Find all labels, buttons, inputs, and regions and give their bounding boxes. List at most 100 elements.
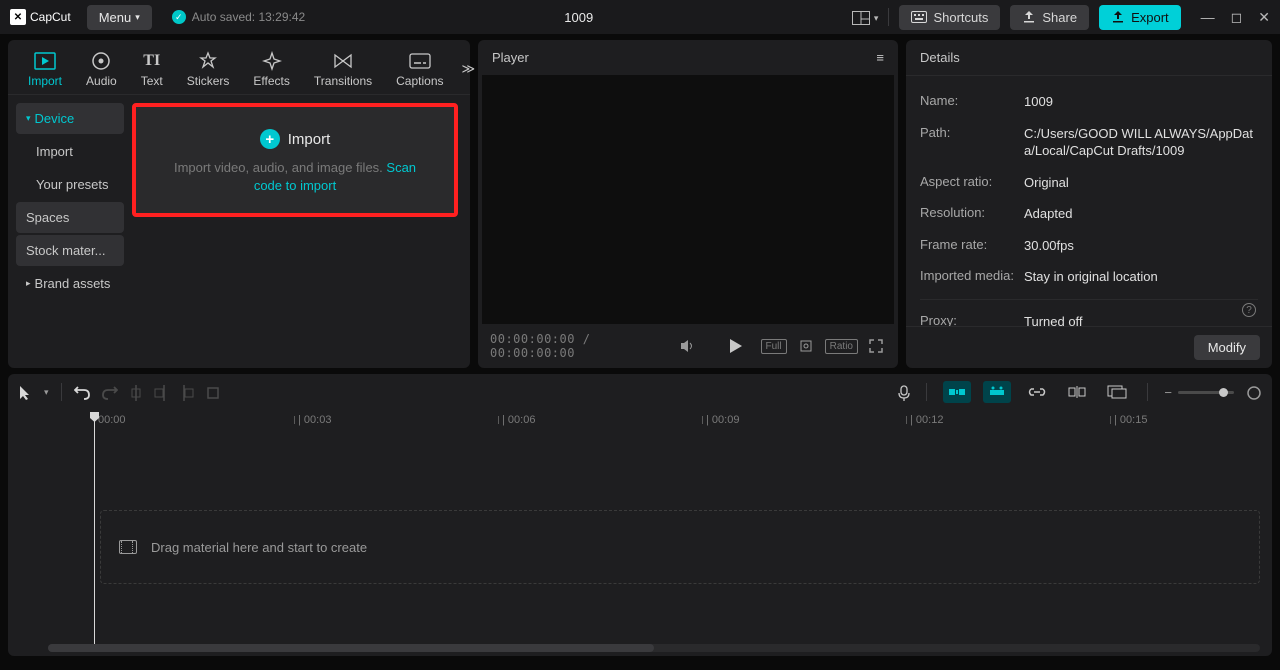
zoom-slider[interactable]: − — [1164, 385, 1234, 400]
ruler-tick: | 00:03 — [298, 414, 331, 426]
preview-cut-icon[interactable] — [1063, 381, 1091, 403]
media-content: + Import Import video, audio, and image … — [132, 95, 470, 368]
plus-icon: + — [260, 129, 280, 149]
sidebar-item-spaces[interactable]: Spaces — [16, 202, 124, 233]
timeline-drop-track[interactable]: Drag material here and start to create — [100, 510, 1260, 584]
tab-import-label: Import — [28, 74, 62, 88]
media-sidebar: ▾Device Import Your presets Spaces Stock… — [8, 95, 132, 368]
timeline-scrollbar[interactable] — [48, 644, 1260, 652]
tab-transitions-label: Transitions — [314, 74, 372, 88]
timeline[interactable]: 00:00 | 00:03 | 00:06 | 00:09 | 00:12 | … — [8, 410, 1272, 656]
playhead[interactable] — [94, 412, 95, 650]
tab-audio[interactable]: Audio — [74, 44, 129, 94]
autosave-label: Auto saved: 13:29:42 — [192, 10, 305, 24]
import-title: Import — [288, 131, 331, 148]
detail-value: 1009 — [1024, 93, 1258, 111]
cover-icon[interactable] — [1103, 381, 1131, 403]
volume-icon[interactable] — [677, 339, 699, 354]
shortcuts-button[interactable]: Shortcuts — [899, 5, 1000, 30]
tab-effects[interactable]: Effects — [241, 44, 301, 94]
cursor-icon[interactable] — [18, 383, 32, 400]
ruler-tick: | 00:06 — [502, 414, 535, 426]
detail-row-name: Name:1009 — [920, 86, 1258, 118]
hamburger-icon[interactable]: ≡ — [876, 50, 884, 65]
zoom-track[interactable] — [1178, 391, 1234, 394]
scrollbar-thumb[interactable] — [48, 644, 654, 652]
dropdown-icon[interactable]: ▾ — [44, 387, 49, 398]
magnet-track-icon[interactable] — [983, 381, 1011, 403]
detail-row-framerate: Frame rate:30.00fps — [920, 230, 1258, 262]
divider — [888, 8, 889, 26]
detail-label: Resolution: — [920, 205, 1024, 223]
main-area: Import Audio TI Text Stickers Effects Tr… — [0, 34, 1280, 374]
maximize-icon[interactable]: ◻ — [1231, 9, 1243, 26]
sidebar-item-presets[interactable]: Your presets — [16, 169, 124, 200]
modify-button[interactable]: Modify — [1194, 335, 1260, 360]
sidebar-item-label: Your presets — [36, 177, 109, 192]
sidebar-item-device[interactable]: ▾Device — [16, 103, 124, 134]
player-controls: 00:00:00:00 / 00:00:00:00 Full Ratio — [478, 324, 898, 368]
sidebar-item-stock[interactable]: Stock mater... — [16, 235, 124, 266]
detail-row-resolution: Resolution:Adapted — [920, 198, 1258, 230]
crop-tool-icon — [206, 384, 220, 400]
import-dropzone[interactable]: + Import Import video, audio, and image … — [132, 103, 458, 217]
check-icon: ✓ — [172, 10, 186, 24]
detail-value: Original — [1024, 174, 1258, 192]
zoom-fit-icon[interactable] — [1246, 383, 1262, 400]
sidebar-item-label: Device — [35, 111, 75, 126]
app-logo: ✕ CapCut — [10, 9, 71, 25]
tab-text[interactable]: TI Text — [129, 44, 175, 94]
film-icon — [119, 540, 137, 554]
detail-label: Frame rate: — [920, 237, 1024, 255]
stickers-tab-icon — [198, 50, 218, 72]
import-desc-text: Import video, audio, and image files. — [174, 160, 386, 175]
import-tab-icon — [34, 50, 56, 72]
magnet-main-icon[interactable] — [943, 381, 971, 403]
autosave-status: ✓ Auto saved: 13:29:42 — [172, 10, 305, 24]
layout-icon[interactable]: ▾ — [852, 9, 878, 25]
help-icon[interactable]: ? — [1242, 303, 1256, 317]
tab-import[interactable]: Import — [16, 44, 74, 94]
share-button[interactable]: Share — [1010, 5, 1089, 30]
fullscreen-icon[interactable] — [866, 339, 886, 354]
sidebar-item-import[interactable]: Import — [16, 136, 124, 167]
import-title-row: + Import — [260, 129, 331, 149]
timeline-ruler[interactable]: 00:00 | 00:03 | 00:06 | 00:09 | 00:12 | … — [8, 410, 1272, 432]
tab-captions[interactable]: Captions — [384, 44, 455, 94]
undo-icon[interactable] — [74, 384, 90, 400]
crop-icon[interactable] — [795, 338, 817, 354]
redo-icon — [102, 384, 118, 400]
window-controls: — ◻ ✕ — [1201, 9, 1270, 26]
tab-stickers[interactable]: Stickers — [175, 44, 242, 94]
minimize-icon[interactable]: — — [1201, 9, 1215, 25]
detail-row-aspect: Aspect ratio:Original — [920, 167, 1258, 199]
menu-button[interactable]: Menu ▾ — [87, 5, 152, 30]
transitions-tab-icon — [333, 50, 353, 72]
export-button[interactable]: Export — [1099, 5, 1181, 30]
sidebar-item-brand[interactable]: ▸Brand assets — [16, 268, 124, 299]
share-label: Share — [1042, 10, 1077, 25]
keyboard-icon — [911, 11, 927, 23]
player-viewport[interactable] — [482, 75, 894, 324]
mic-icon[interactable] — [898, 383, 910, 400]
zoom-out-icon[interactable]: − — [1164, 385, 1172, 400]
player-panel: Player ≡ 00:00:00:00 / 00:00:00:00 Full … — [478, 40, 898, 368]
ruler-tick: | 00:12 — [910, 414, 943, 426]
ratio-button[interactable]: Ratio — [825, 339, 858, 354]
export-label: Export — [1131, 10, 1169, 25]
chevron-right-icon: ▸ — [26, 278, 31, 289]
zoom-thumb[interactable] — [1219, 388, 1228, 397]
split-icon — [130, 383, 142, 400]
full-button[interactable]: Full — [761, 339, 787, 354]
play-icon[interactable] — [727, 339, 745, 354]
ruler-tick: 00:00 — [98, 414, 126, 426]
tab-transitions[interactable]: Transitions — [302, 44, 384, 94]
link-icon[interactable] — [1023, 381, 1051, 403]
details-body: Name:1009 Path:C:/Users/GOOD WILL ALWAYS… — [906, 76, 1272, 326]
sidebar-item-label: Stock mater... — [26, 243, 105, 258]
media-panel: Import Audio TI Text Stickers Effects Tr… — [8, 40, 470, 368]
tab-stickers-label: Stickers — [187, 74, 230, 88]
close-icon[interactable]: ✕ — [1258, 9, 1270, 26]
captions-tab-icon — [409, 50, 431, 72]
share-icon — [1022, 10, 1036, 24]
